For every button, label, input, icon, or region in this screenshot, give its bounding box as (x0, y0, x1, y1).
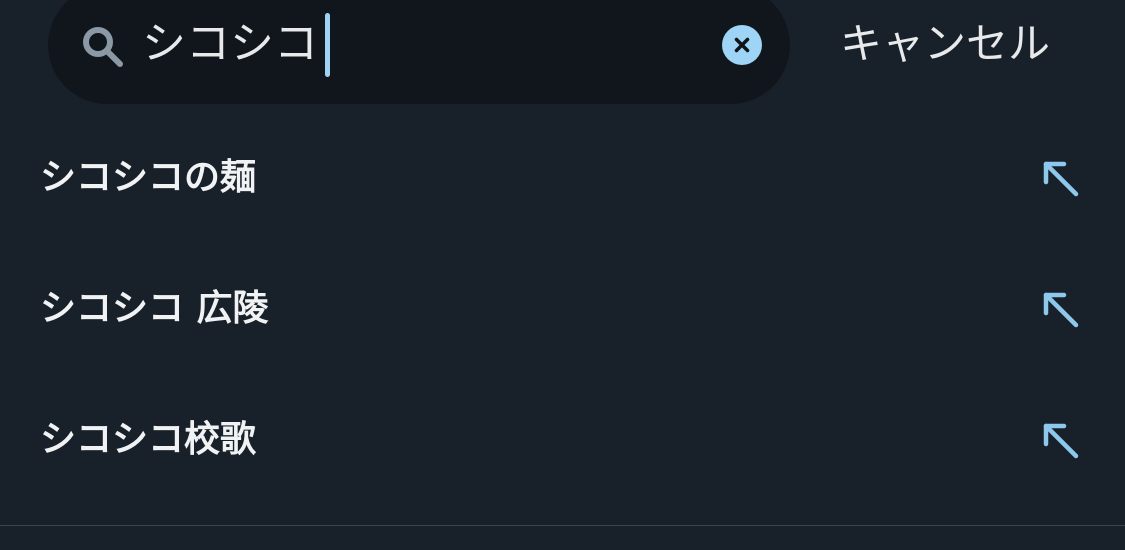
search-icon (83, 27, 123, 67)
list-divider (0, 525, 1125, 526)
text-caret (325, 13, 330, 77)
search-input[interactable]: シコシコ (142, 14, 318, 74)
close-icon (734, 37, 750, 53)
suggestion-label: シコシコ校歌 (40, 419, 257, 460)
arrow-up-left-icon[interactable] (1040, 420, 1080, 460)
cancel-button[interactable]: キャンセル (840, 14, 1050, 74)
arrow-up-left-icon[interactable] (1040, 289, 1080, 329)
suggestion-item[interactable]: シコシコの麺 (0, 112, 1125, 243)
suggestion-label: シコシコの麺 (40, 157, 257, 198)
suggestion-list: シコシコの麺 シコシコ 広陵 シコシコ校歌 (0, 112, 1125, 505)
arrow-up-left-icon[interactable] (1040, 158, 1080, 198)
suggestion-item[interactable]: シコシコ 広陵 (0, 243, 1125, 374)
suggestion-item[interactable]: シコシコ校歌 (0, 374, 1125, 505)
clear-search-button[interactable] (722, 25, 762, 65)
suggestion-label: シコシコ 広陵 (40, 288, 269, 329)
search-screen: シコシコ キャンセル シコシコの麺 シコシコ 広陵 シコシコ校歌 (0, 0, 1125, 550)
